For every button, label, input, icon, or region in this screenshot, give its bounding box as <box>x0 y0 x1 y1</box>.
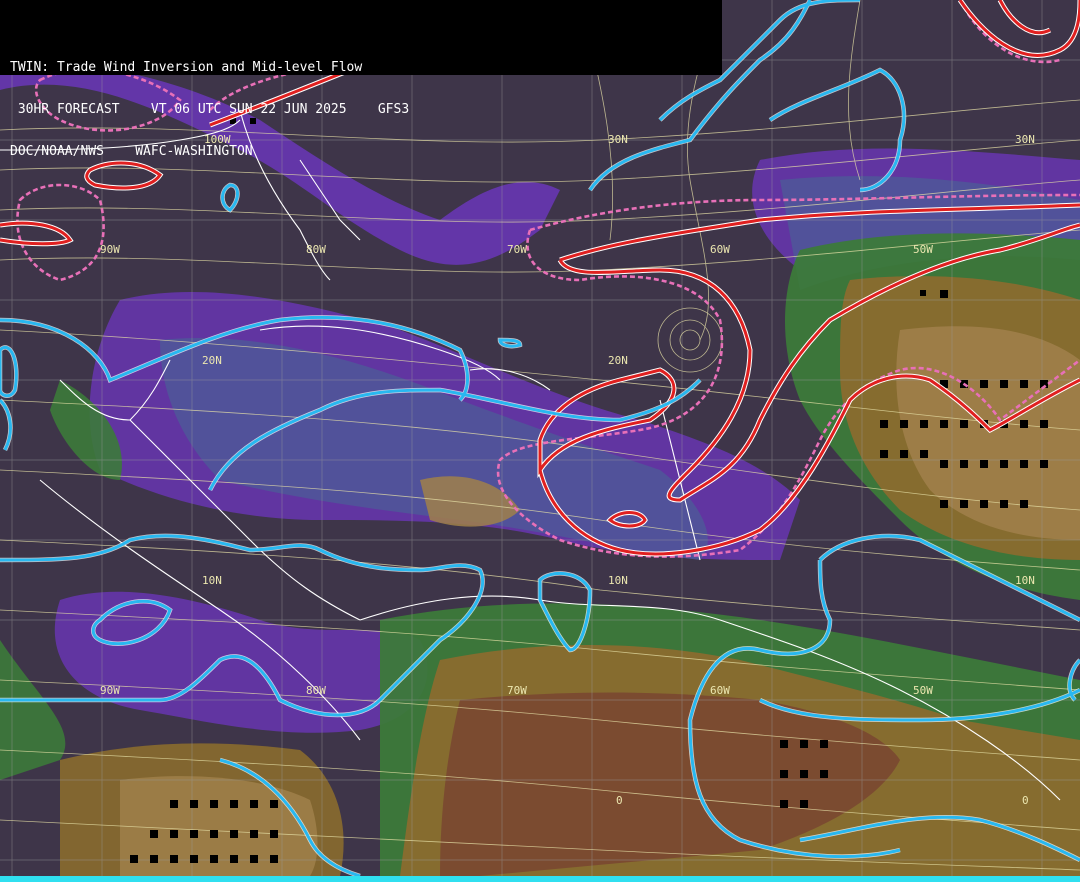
lon-label: 50W <box>913 243 933 256</box>
bottom-edge-bar <box>0 876 1080 882</box>
lat-label: 10N <box>202 574 222 587</box>
lon-label: 50W <box>913 684 933 697</box>
lat-label: 30N <box>1015 133 1035 146</box>
lon-label: 80W <box>306 684 326 697</box>
lat-label: 20N <box>202 354 222 367</box>
lat-label: 0 <box>616 794 623 807</box>
lon-label: 70W <box>507 684 527 697</box>
tan-region-sw <box>120 776 318 876</box>
lat-label: 0 <box>1022 794 1029 807</box>
lon-label: 90W <box>100 684 120 697</box>
lon-label: 60W <box>710 243 730 256</box>
lat-label: 10N <box>1015 574 1035 587</box>
map-title: TWIN: Trade Wind Inversion and Mid-level… <box>10 60 363 75</box>
map-source: DOC/NOAA/NWS WAFC-WASHINGTON <box>10 144 253 159</box>
lon-label: 70W <box>507 243 527 256</box>
lon-label: 60W <box>710 684 730 697</box>
lon-label: 90W <box>100 243 120 256</box>
forecast-valid-time: 30HR FORECAST VT 06 UTC SUN 22 JUN 2025 … <box>10 102 410 117</box>
map-title-box: TWIN: Trade Wind Inversion and Mid-level… <box>0 0 722 159</box>
lon-label: 80W <box>306 243 326 256</box>
lat-label: 20N <box>608 354 628 367</box>
lat-label: 10N <box>608 574 628 587</box>
